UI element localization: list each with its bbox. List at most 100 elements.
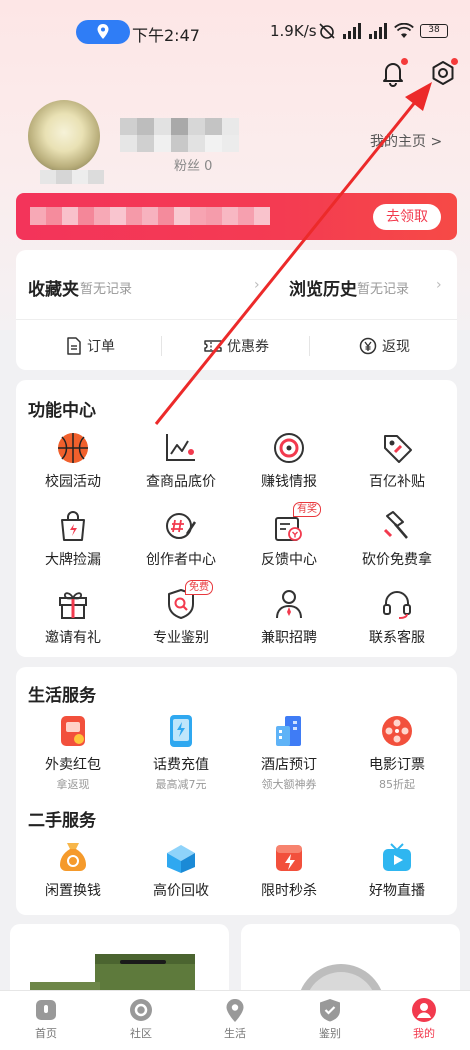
life-item-takeout[interactable]: 外卖红包 拿返现: [18, 713, 128, 792]
function-item-subsidy[interactable]: 百亿补贴: [342, 430, 452, 491]
shopping-bag-icon: [61, 511, 85, 541]
function-item-feedback[interactable]: 有奖 反馈中心: [234, 502, 344, 569]
notification-button[interactable]: [378, 58, 408, 88]
life-item-label: 话费充值: [153, 757, 209, 773]
function-item-label: 创作者中心: [146, 552, 216, 568]
location-pill: [76, 20, 130, 44]
second-hand-item-label: 高价回收: [153, 883, 209, 899]
film-reel-icon: [382, 716, 412, 746]
takeout-icon: [61, 716, 85, 746]
creator-pen-icon: [166, 513, 197, 539]
function-item-campus-activity[interactable]: 校园活动: [18, 430, 128, 491]
avatar[interactable]: [28, 100, 100, 172]
quick-link-coupons[interactable]: 优惠券: [204, 336, 269, 356]
function-item-invite[interactable]: 邀请有礼: [18, 586, 128, 647]
ticket-icon: [204, 340, 222, 352]
function-item-bargain[interactable]: 砍价免费拿: [342, 508, 452, 569]
tab-community[interactable]: 社区: [116, 997, 166, 1041]
fans-count[interactable]: 粉丝 0: [174, 155, 212, 174]
tab-life[interactable]: 生活: [210, 997, 260, 1041]
free-badge: 免费: [185, 580, 213, 595]
function-item-label: 大牌捡漏: [45, 552, 101, 568]
second-hand-item-label: 闲置换钱: [45, 883, 101, 899]
quick-link-label: 订单: [87, 339, 115, 355]
live-tv-icon: [383, 843, 411, 871]
tab-label: 社区: [130, 1027, 152, 1040]
second-hand-item-live[interactable]: 好物直播: [342, 839, 452, 900]
life-item-label: 外卖红包: [45, 757, 101, 773]
settings-dot: [451, 58, 458, 65]
claim-button[interactable]: 去领取: [373, 204, 441, 230]
username-mosaic: [120, 118, 239, 152]
phone-recharge-icon: [170, 715, 192, 747]
tab-home[interactable]: 首页: [21, 997, 71, 1041]
location-pin-icon: [226, 999, 244, 1022]
function-item-label: 邀请有礼: [45, 630, 101, 646]
life-item-hotel[interactable]: 酒店预订 领大额神券: [234, 713, 344, 792]
life-services-card: 生活服务 外卖红包 拿返现 话费充值 最高减7元 酒店预订 领大额神券 电影订票…: [16, 667, 457, 915]
status-time: 下午2:47: [132, 26, 200, 45]
recycle-box-icon: [167, 845, 195, 873]
quick-link-cashback[interactable]: 返现: [359, 336, 410, 356]
collection-title[interactable]: 收藏夹: [28, 275, 79, 300]
quick-link-orders[interactable]: 订单: [66, 336, 115, 356]
function-item-brand-deals[interactable]: 大牌捡漏: [18, 508, 128, 569]
second-hand-title: 二手服务: [28, 811, 96, 831]
target-icon: [274, 433, 304, 463]
life-item-label: 电影订票: [369, 757, 425, 773]
alarm-off-icon: [319, 23, 335, 39]
second-hand-item-label: 限时秒杀: [261, 883, 317, 899]
price-tag-icon: [384, 435, 412, 463]
yen-circle-icon: [359, 337, 377, 355]
function-item-authentication[interactable]: 免费 专业鉴别: [126, 580, 236, 647]
life-item-movie[interactable]: 电影订票 85折起: [342, 713, 452, 792]
life-item-sub: 拿返现: [56, 778, 90, 791]
function-item-creator-center[interactable]: 创作者中心: [126, 508, 236, 569]
quick-link-label: 返现: [382, 339, 410, 355]
history-title[interactable]: 浏览历史: [289, 275, 357, 300]
badge-mosaic: [40, 170, 104, 184]
function-center-card: 功能中心 校园活动 查商品底价 赚钱情报 百亿补贴 大牌捡漏 创作者中心 有奖 …: [16, 380, 457, 657]
tab-authentication[interactable]: 鉴别: [305, 997, 355, 1041]
location-icon: [97, 24, 109, 39]
history-chevron-icon: ›: [436, 277, 442, 293]
function-item-label: 反馈中心: [261, 552, 317, 568]
tab-mine[interactable]: 我的: [399, 997, 449, 1041]
life-item-label: 酒店预订: [261, 757, 317, 773]
hotel-icon: [276, 716, 301, 746]
home-icon: [36, 1000, 56, 1020]
bottom-tab-bar: 首页 社区 生活 鉴别 我的: [0, 990, 470, 1050]
collection-chevron-icon: ›: [254, 277, 260, 293]
profile-icon: [412, 998, 436, 1022]
second-hand-item-flash-sale[interactable]: 限时秒杀: [234, 839, 344, 900]
function-item-label: 砍价免费拿: [362, 552, 432, 568]
divider-vertical: [309, 336, 310, 356]
function-item-price-check[interactable]: 查商品底价: [126, 430, 236, 491]
my-homepage-link[interactable]: 我的主页 >: [370, 131, 442, 151]
function-item-label: 查商品底价: [146, 474, 216, 490]
flash-sale-icon: [276, 845, 302, 871]
tab-label: 生活: [224, 1027, 246, 1040]
money-bag-icon: [60, 843, 86, 871]
function-center-title: 功能中心: [28, 401, 96, 421]
reward-badge: 有奖: [293, 502, 321, 517]
function-item-label: 联系客服: [369, 630, 425, 646]
life-item-phone-recharge[interactable]: 话费充值 最高减7元: [126, 713, 236, 792]
tab-label: 我的: [413, 1027, 435, 1040]
second-hand-item-label: 好物直播: [369, 883, 425, 899]
battery-icon: 38: [420, 24, 448, 38]
second-hand-item-sell[interactable]: 闲置换钱: [18, 839, 128, 900]
function-item-customer-service[interactable]: 联系客服: [342, 586, 452, 647]
settings-button[interactable]: [428, 58, 458, 88]
document-icon: [67, 337, 81, 355]
function-item-part-time-jobs[interactable]: 兼职招聘: [234, 586, 344, 647]
signal-icon-2: [369, 23, 387, 39]
second-hand-item-recycle[interactable]: 高价回收: [126, 839, 236, 900]
history-sub: 暂无记录: [357, 282, 410, 297]
shield-check-icon: [320, 999, 340, 1022]
life-item-sub: 85折起: [379, 778, 415, 791]
quick-link-label: 优惠券: [227, 339, 269, 355]
axe-icon: [383, 511, 408, 539]
basketball-icon: [58, 433, 88, 463]
function-item-money-tips[interactable]: 赚钱情报: [234, 430, 344, 491]
